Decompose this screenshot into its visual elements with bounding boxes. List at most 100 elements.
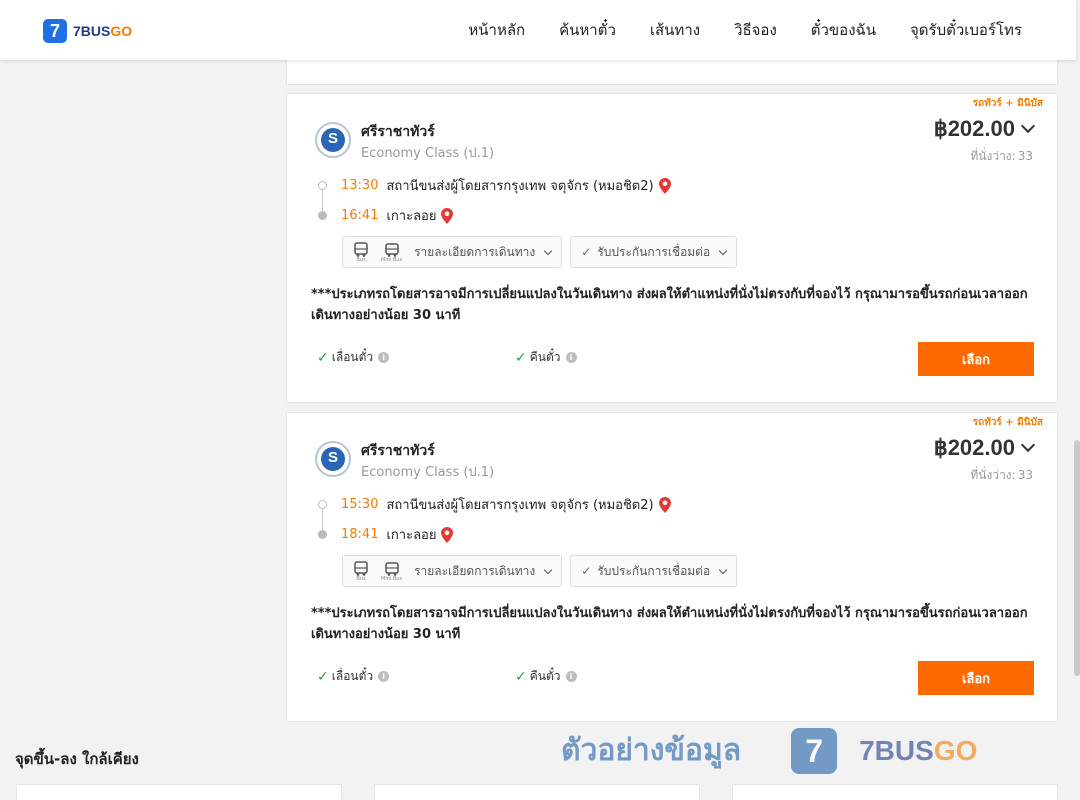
nav-my-tickets[interactable]: ตั๋วของฉัน	[811, 18, 876, 42]
watermark-brand: 7BUSGO	[859, 734, 978, 766]
departure-place: สถานีขนส่งผู้โดยสารกรุงเทพ จตุจักร (หมอช…	[386, 179, 654, 194]
trip-actions: Bus Mini Bus รายละเอียดการเดินทาง ✓ รับป…	[342, 555, 738, 587]
logo-text: 7BUSGO	[73, 23, 133, 39]
nav-home[interactable]: หน้าหลัก	[468, 18, 525, 42]
trip-details-button[interactable]: Bus Mini Bus รายละเอียดการเดินทาง	[342, 236, 563, 268]
feature-refund-label: คืนตั๋ว	[529, 669, 561, 683]
trip-details-button[interactable]: Bus Mini Bus รายละเอียดการเดินทาง	[342, 555, 563, 587]
vehicle-type-tag: รถทัวร์ + มินิบัส	[972, 417, 1043, 428]
arrival-time: 18:41	[341, 527, 379, 542]
scrollbar-thumb[interactable]	[1074, 440, 1080, 676]
trip-details-label: รายละเอียดการเดินทาง	[414, 563, 536, 578]
nearby-stop-card[interactable]	[16, 784, 342, 800]
depart-dot	[318, 500, 327, 509]
nav-routes[interactable]: เส้นทาง	[650, 18, 700, 42]
seat-change-notice: ***ประเภทรถโดยสารอาจมีการเปลี่ยนแปลงในวั…	[311, 606, 1028, 642]
trip-card: รถทัวร์ + มินิบัส ศรีราชาทัวร์ Economy C…	[286, 412, 1058, 722]
pin-icon[interactable]	[441, 526, 454, 543]
sample-watermark: ตัวอย่างข้อมูล 7 7BUSGO	[561, 727, 977, 774]
feature-refund: ✓ คืนตั๋ว i	[515, 667, 577, 686]
watermark-logo-icon: 7	[791, 727, 838, 774]
departure-time: 15:30	[341, 497, 379, 512]
chevron-down-icon	[544, 246, 553, 255]
logo-mark-icon: 7	[43, 19, 67, 43]
seats-available: ที่นั่งว่าง: 33	[970, 468, 1033, 482]
feature-reschedule-label: เลื่อนตั๋ว	[331, 350, 374, 364]
departure-stop: 13:30 สถานีขนส่งผู้โดยสารกรุงเทพ จตุจักร…	[341, 175, 671, 196]
minibus-icon: Mini Bus	[381, 242, 402, 263]
site-header: 7 7BUSGO หน้าหลัก ค้นหาตั๋ว เส้นทาง วิธี…	[0, 0, 1076, 60]
bus-icon: Bus	[353, 560, 369, 582]
depart-dot	[318, 181, 327, 190]
trip-card: รถทัวร์ + มินิบัส ศรีราชาทัวร์ Economy C…	[286, 93, 1058, 403]
operator-logo-icon	[315, 122, 351, 158]
chevron-down-icon	[544, 565, 553, 574]
info-icon[interactable]: i	[378, 352, 390, 363]
arrival-stop: 18:41 เกาะลอย	[341, 524, 454, 545]
chevron-down-icon	[718, 246, 728, 255]
check-icon: ✓	[581, 564, 592, 578]
nav-search-ticket[interactable]: ค้นหาตั๋ว	[559, 18, 616, 42]
pin-icon[interactable]	[658, 496, 671, 513]
feature-reschedule-label: เลื่อนตั๋ว	[331, 669, 374, 683]
watermark-text: ตัวอย่างข้อมูล	[561, 733, 742, 768]
check-icon: ✓	[317, 668, 329, 685]
bus-icon: Bus	[353, 241, 369, 263]
check-icon: ✓	[515, 668, 527, 685]
arrive-dot	[318, 211, 327, 220]
vehicle-type-tag: รถทัวร์ + มินิบัส	[972, 98, 1043, 109]
trip-details-label: รายละเอียดการเดินทาง	[414, 244, 536, 259]
price-toggle[interactable]: ฿202.00	[933, 435, 1036, 461]
check-icon: ✓	[581, 245, 592, 259]
operator-name: ศรีราชาทัวร์	[361, 443, 435, 459]
chevron-down-icon	[718, 565, 728, 574]
select-trip-button[interactable]: เลือก	[918, 342, 1034, 376]
feature-refund: ✓ คืนตั๋ว i	[515, 348, 577, 367]
arrival-place: เกาะลอย	[386, 209, 437, 224]
nearby-stop-card[interactable]	[732, 784, 1058, 800]
feature-refund-label: คืนตั๋ว	[529, 350, 561, 364]
info-icon[interactable]: i	[565, 352, 577, 363]
feature-reschedule: ✓ เลื่อนตั๋ว i	[317, 348, 390, 367]
page-scrollbar[interactable]	[1072, 0, 1080, 800]
arrival-time: 16:41	[341, 208, 379, 223]
feature-reschedule: ✓ เลื่อนตั๋ว i	[317, 667, 390, 686]
operator-name: ศรีราชาทัวร์	[361, 124, 435, 140]
seat-change-notice: ***ประเภทรถโดยสารอาจมีการเปลี่ยนแปลงในวั…	[311, 287, 1028, 323]
arrival-stop: 16:41 เกาะลอย	[341, 205, 454, 226]
nav-ticket-pickup[interactable]: จุดรับตั๋วเบอร์โทร	[910, 18, 1022, 42]
info-icon[interactable]: i	[565, 671, 577, 682]
connection-guarantee-button[interactable]: ✓ รับประกันการเชื่อมต่อ	[570, 236, 738, 268]
select-trip-button[interactable]: เลือก	[918, 661, 1034, 695]
connection-guarantee-button[interactable]: ✓ รับประกันการเชื่อมต่อ	[570, 555, 738, 587]
price: ฿202.00	[933, 435, 1015, 460]
brand-logo[interactable]: 7 7BUSGO	[43, 19, 132, 43]
previous-trip-card	[286, 58, 1058, 85]
trip-actions: Bus Mini Bus รายละเอียดการเดินทาง ✓ รับป…	[342, 236, 738, 268]
check-icon: ✓	[317, 349, 329, 366]
minibus-icon: Mini Bus	[381, 561, 402, 582]
price-toggle[interactable]: ฿202.00	[933, 116, 1036, 142]
departure-place: สถานีขนส่งผู้โดยสารกรุงเทพ จตุจักร (หมอช…	[386, 498, 654, 513]
nearby-stop-card[interactable]	[374, 784, 700, 800]
pin-icon[interactable]	[658, 177, 671, 194]
connection-guarantee-label: รับประกันการเชื่อมต่อ	[597, 244, 711, 259]
nearby-stops-title: จุดขึ้น-ลง ใกล้เคียง	[15, 750, 139, 768]
nav-how-to-book[interactable]: วิธีจอง	[734, 18, 777, 42]
main-nav: หน้าหลัก ค้นหาตั๋ว เส้นทาง วิธีจอง ตั๋วข…	[468, 0, 1022, 60]
arrival-place: เกาะลอย	[386, 528, 437, 543]
price: ฿202.00	[933, 116, 1015, 141]
info-icon[interactable]: i	[378, 671, 390, 682]
check-icon: ✓	[515, 349, 527, 366]
service-class: Economy Class (ป.1)	[361, 146, 495, 161]
arrive-dot	[318, 530, 327, 539]
operator-logo-icon	[315, 441, 351, 477]
connection-guarantee-label: รับประกันการเชื่อมต่อ	[597, 563, 711, 578]
chevron-down-icon	[1020, 437, 1036, 453]
departure-stop: 15:30 สถานีขนส่งผู้โดยสารกรุงเทพ จตุจักร…	[341, 494, 671, 515]
chevron-down-icon	[1020, 118, 1036, 134]
pin-icon[interactable]	[441, 207, 454, 224]
departure-time: 13:30	[341, 178, 379, 193]
service-class: Economy Class (ป.1)	[361, 465, 495, 480]
seats-available: ที่นั่งว่าง: 33	[970, 149, 1033, 163]
